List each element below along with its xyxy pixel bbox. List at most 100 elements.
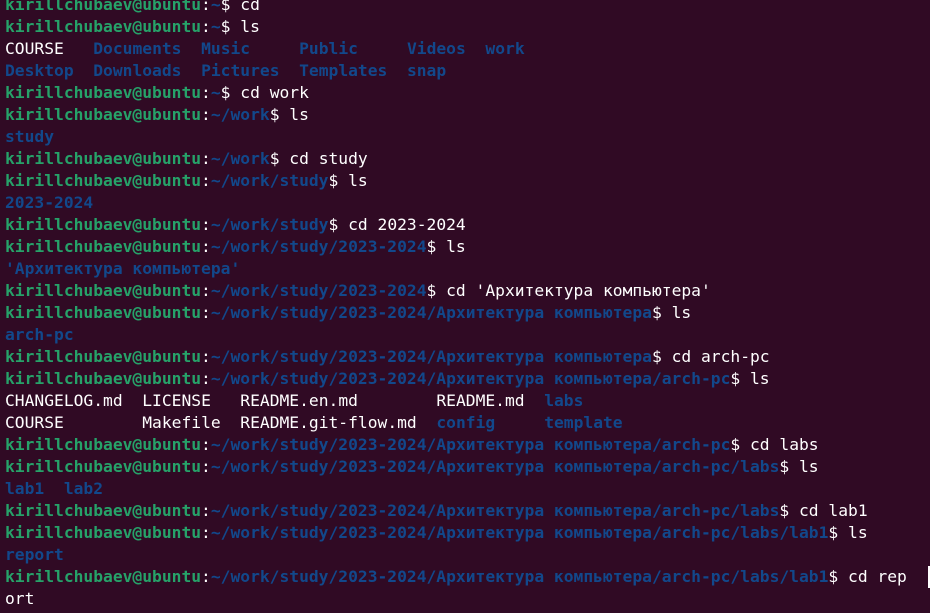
- prompt-user-host: kirillchubaev@ubuntu: [5, 17, 202, 36]
- directory-entry: 'Архитектура компьютера': [5, 259, 241, 278]
- output-line: lab1 lab2: [5, 478, 930, 500]
- output-line: 2023-2024: [5, 192, 930, 214]
- prompt-symbol: $: [269, 149, 290, 168]
- directory-entry: Downloads: [93, 61, 182, 80]
- directory-entry: lab2: [63, 479, 104, 498]
- prompt-line: kirillchubaev@ubuntu:~$ cd work: [5, 82, 930, 104]
- command-text: cd: [240, 0, 260, 14]
- prompt-path: ~: [210, 83, 221, 102]
- prompt-symbol: $: [220, 83, 241, 102]
- file-entry: COURSE: [5, 39, 64, 58]
- command-text: cd 2023-2024: [348, 215, 466, 234]
- prompt-line: kirillchubaev@ubuntu:~/work/study$ cd 20…: [5, 214, 930, 236]
- directory-entry: Music: [201, 39, 251, 58]
- prompt-path: ~/work/study/2023-2024/Архитектура компь…: [210, 457, 780, 476]
- prompt-separator: :: [201, 105, 211, 124]
- file-entry: README.md: [436, 391, 525, 410]
- prompt-separator: :: [201, 149, 211, 168]
- prompt-user-host: kirillchubaev@ubuntu: [5, 567, 202, 586]
- directory-entry: lab1: [5, 479, 45, 498]
- prompt-user-host: kirillchubaev@ubuntu: [5, 347, 202, 366]
- column-gap: [221, 413, 241, 432]
- prompt-line: kirillchubaev@ubuntu:~$ ls: [5, 16, 930, 38]
- directory-entry: Videos: [406, 39, 466, 58]
- prompt-line: kirillchubaev@ubuntu:~/work/study/2023-2…: [5, 434, 930, 456]
- command-text: ls: [848, 523, 868, 542]
- prompt-separator: :: [201, 369, 211, 388]
- prompt-path: ~/work/study/2023-2024/Архитектура компь…: [210, 303, 652, 322]
- command-text: ls: [799, 457, 819, 476]
- prompt-user-host: kirillchubaev@ubuntu: [5, 523, 202, 542]
- prompt-line: kirillchubaev@ubuntu:~/work/study/2023-2…: [5, 302, 930, 324]
- prompt-symbol: $: [828, 523, 849, 542]
- prompt-symbol: $: [779, 501, 799, 520]
- prompt-symbol: $: [651, 303, 672, 322]
- column-gap: [466, 39, 486, 58]
- prompt-path: ~/work/study/2023-2024: [210, 237, 427, 256]
- output-line: study: [5, 126, 930, 148]
- directory-entry: labs: [544, 391, 584, 410]
- output-line: ort: [5, 588, 930, 610]
- prompt-separator: :: [201, 0, 211, 14]
- terminal-output: kirillchubaev@ubuntu:~$ cd kirillchubaev@…: [5, 0, 930, 610]
- prompt-user-host: kirillchubaev@ubuntu: [5, 149, 202, 168]
- prompt-separator: :: [201, 215, 211, 234]
- command-text: cd rep: [848, 567, 907, 586]
- prompt-line: kirillchubaev@ubuntu:~/work/study/2023-2…: [5, 522, 930, 544]
- prompt-separator: :: [201, 501, 211, 520]
- file-entry: README.git-flow.md: [240, 413, 417, 432]
- column-gap: [525, 391, 545, 410]
- directory-entry: 2023-2024: [5, 193, 94, 212]
- prompt-separator: :: [201, 347, 211, 366]
- column-gap: [495, 413, 544, 432]
- prompt-line: kirillchubaev@ubuntu:~/work/study/2023-2…: [5, 236, 930, 258]
- prompt-line: kirillchubaev@ubuntu:~/work$ ls: [5, 104, 930, 126]
- output-line: arch-pc: [5, 324, 930, 346]
- prompt-user-host: kirillchubaev@ubuntu: [5, 215, 202, 234]
- prompt-line: kirillchubaev@ubuntu:~/work/study$ ls: [5, 170, 930, 192]
- file-entry: ort: [5, 589, 35, 608]
- column-gap: [387, 61, 407, 80]
- prompt-separator: :: [201, 237, 211, 256]
- prompt-user-host: kirillchubaev@ubuntu: [5, 83, 202, 102]
- prompt-line: kirillchubaev@ubuntu:~/work/study/2023-2…: [5, 368, 930, 390]
- prompt-line: kirillchubaev@ubuntu:~/work/study/2023-2…: [5, 456, 930, 478]
- directory-entry: config: [436, 413, 496, 432]
- prompt-user-host: kirillchubaev@ubuntu: [5, 457, 202, 476]
- prompt-path: ~/work/study: [210, 215, 329, 234]
- column-gap: [181, 39, 201, 58]
- output-line: 'Архитектура компьютера': [5, 258, 930, 280]
- prompt-symbol: $: [220, 17, 241, 36]
- directory-entry: work: [485, 39, 525, 58]
- column-gap: [74, 61, 94, 80]
- prompt-symbol: $: [328, 171, 349, 190]
- prompt-separator: :: [201, 435, 211, 454]
- directory-entry: template: [544, 413, 623, 432]
- prompt-separator: :: [201, 17, 211, 36]
- prompt-path: ~: [210, 17, 221, 36]
- terminal-window[interactable]: kirillchubaev@ubuntu:~$ cd kirillchubaev@…: [0, 0, 930, 613]
- directory-entry: study: [5, 127, 55, 146]
- file-entry: COURSE: [5, 413, 64, 432]
- prompt-line: kirillchubaev@ubuntu:~/work$ cd study: [5, 148, 930, 170]
- prompt-line: kirillchubaev@ubuntu:~/work/study/2023-2…: [5, 346, 930, 368]
- prompt-path: ~/work/study/2023-2024/Архитектура компь…: [210, 435, 731, 454]
- prompt-symbol: $: [779, 457, 799, 476]
- command-text: ls: [348, 171, 368, 190]
- command-text: cd arch-pc: [671, 347, 770, 366]
- command-text: cd labs: [749, 435, 819, 454]
- prompt-symbol: $: [328, 215, 349, 234]
- column-gap: [358, 39, 407, 58]
- prompt-path: ~/work/study/2023-2024/Архитектура компь…: [210, 501, 780, 520]
- directory-entry: Templates: [299, 61, 388, 80]
- output-line: Desktop Downloads Pictures Templates sna…: [5, 60, 930, 82]
- column-gap: [417, 413, 437, 432]
- prompt-separator: :: [201, 83, 211, 102]
- column-gap: [280, 61, 300, 80]
- prompt-user-host: kirillchubaev@ubuntu: [5, 0, 202, 14]
- output-line: CHANGELOG.md LICENSE README.en.md README…: [5, 390, 930, 412]
- prompt-path: ~/work: [210, 105, 270, 124]
- command-text: cd lab1: [799, 501, 868, 520]
- prompt-user-host: kirillchubaev@ubuntu: [5, 501, 202, 520]
- prompt-separator: :: [201, 457, 211, 476]
